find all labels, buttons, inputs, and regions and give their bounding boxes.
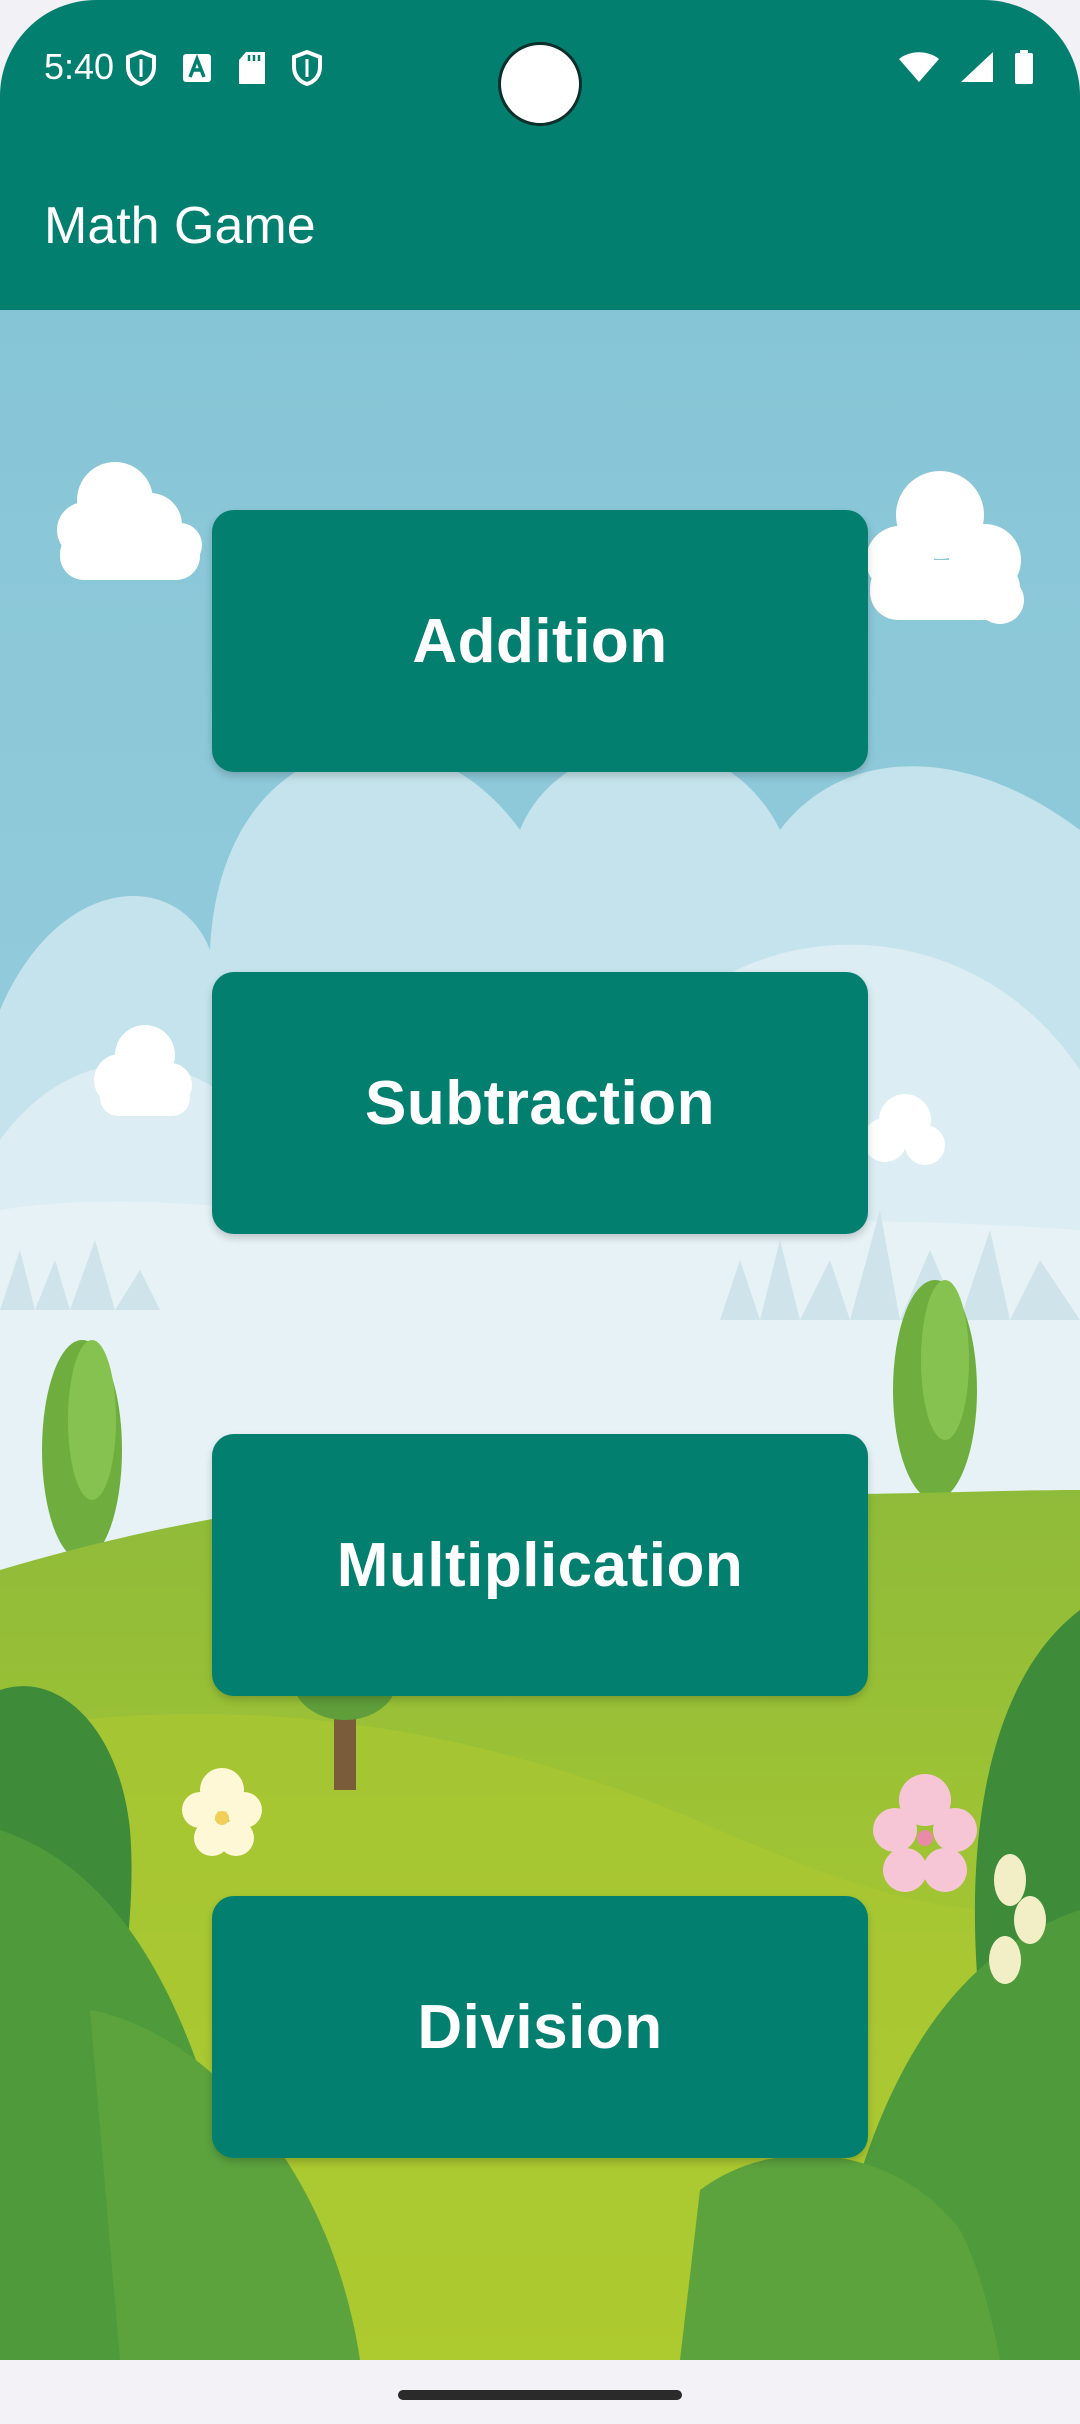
battery-icon	[1015, 50, 1033, 84]
front-camera	[498, 42, 582, 126]
signal-icon	[961, 52, 993, 82]
status-bar: 5:40	[0, 0, 1080, 140]
status-time: 5:40	[44, 46, 115, 87]
sd-card-icon	[239, 52, 265, 84]
text-a-icon	[183, 54, 211, 82]
gesture-navigation-bar	[0, 2360, 1080, 2424]
status-notification-icons	[126, 50, 322, 86]
phone-screen: 5:40 Math Game Addition Subtraction Mult…	[0, 0, 1080, 2424]
multiplication-button[interactable]: Multiplication	[212, 1434, 868, 1696]
main-content: Addition Subtraction Multiplication Divi…	[0, 310, 1080, 2360]
addition-button[interactable]: Addition	[212, 510, 868, 772]
shield-icon	[126, 50, 156, 86]
shield-icon	[292, 50, 322, 86]
wifi-icon	[899, 52, 939, 82]
subtraction-button[interactable]: Subtraction	[212, 972, 868, 1234]
home-gesture-handle[interactable]	[398, 2390, 682, 2400]
division-button[interactable]: Division	[212, 1896, 868, 2158]
app-title: Math Game	[44, 197, 316, 255]
status-system-icons	[898, 50, 1034, 84]
app-bar: Math Game	[0, 140, 1080, 310]
